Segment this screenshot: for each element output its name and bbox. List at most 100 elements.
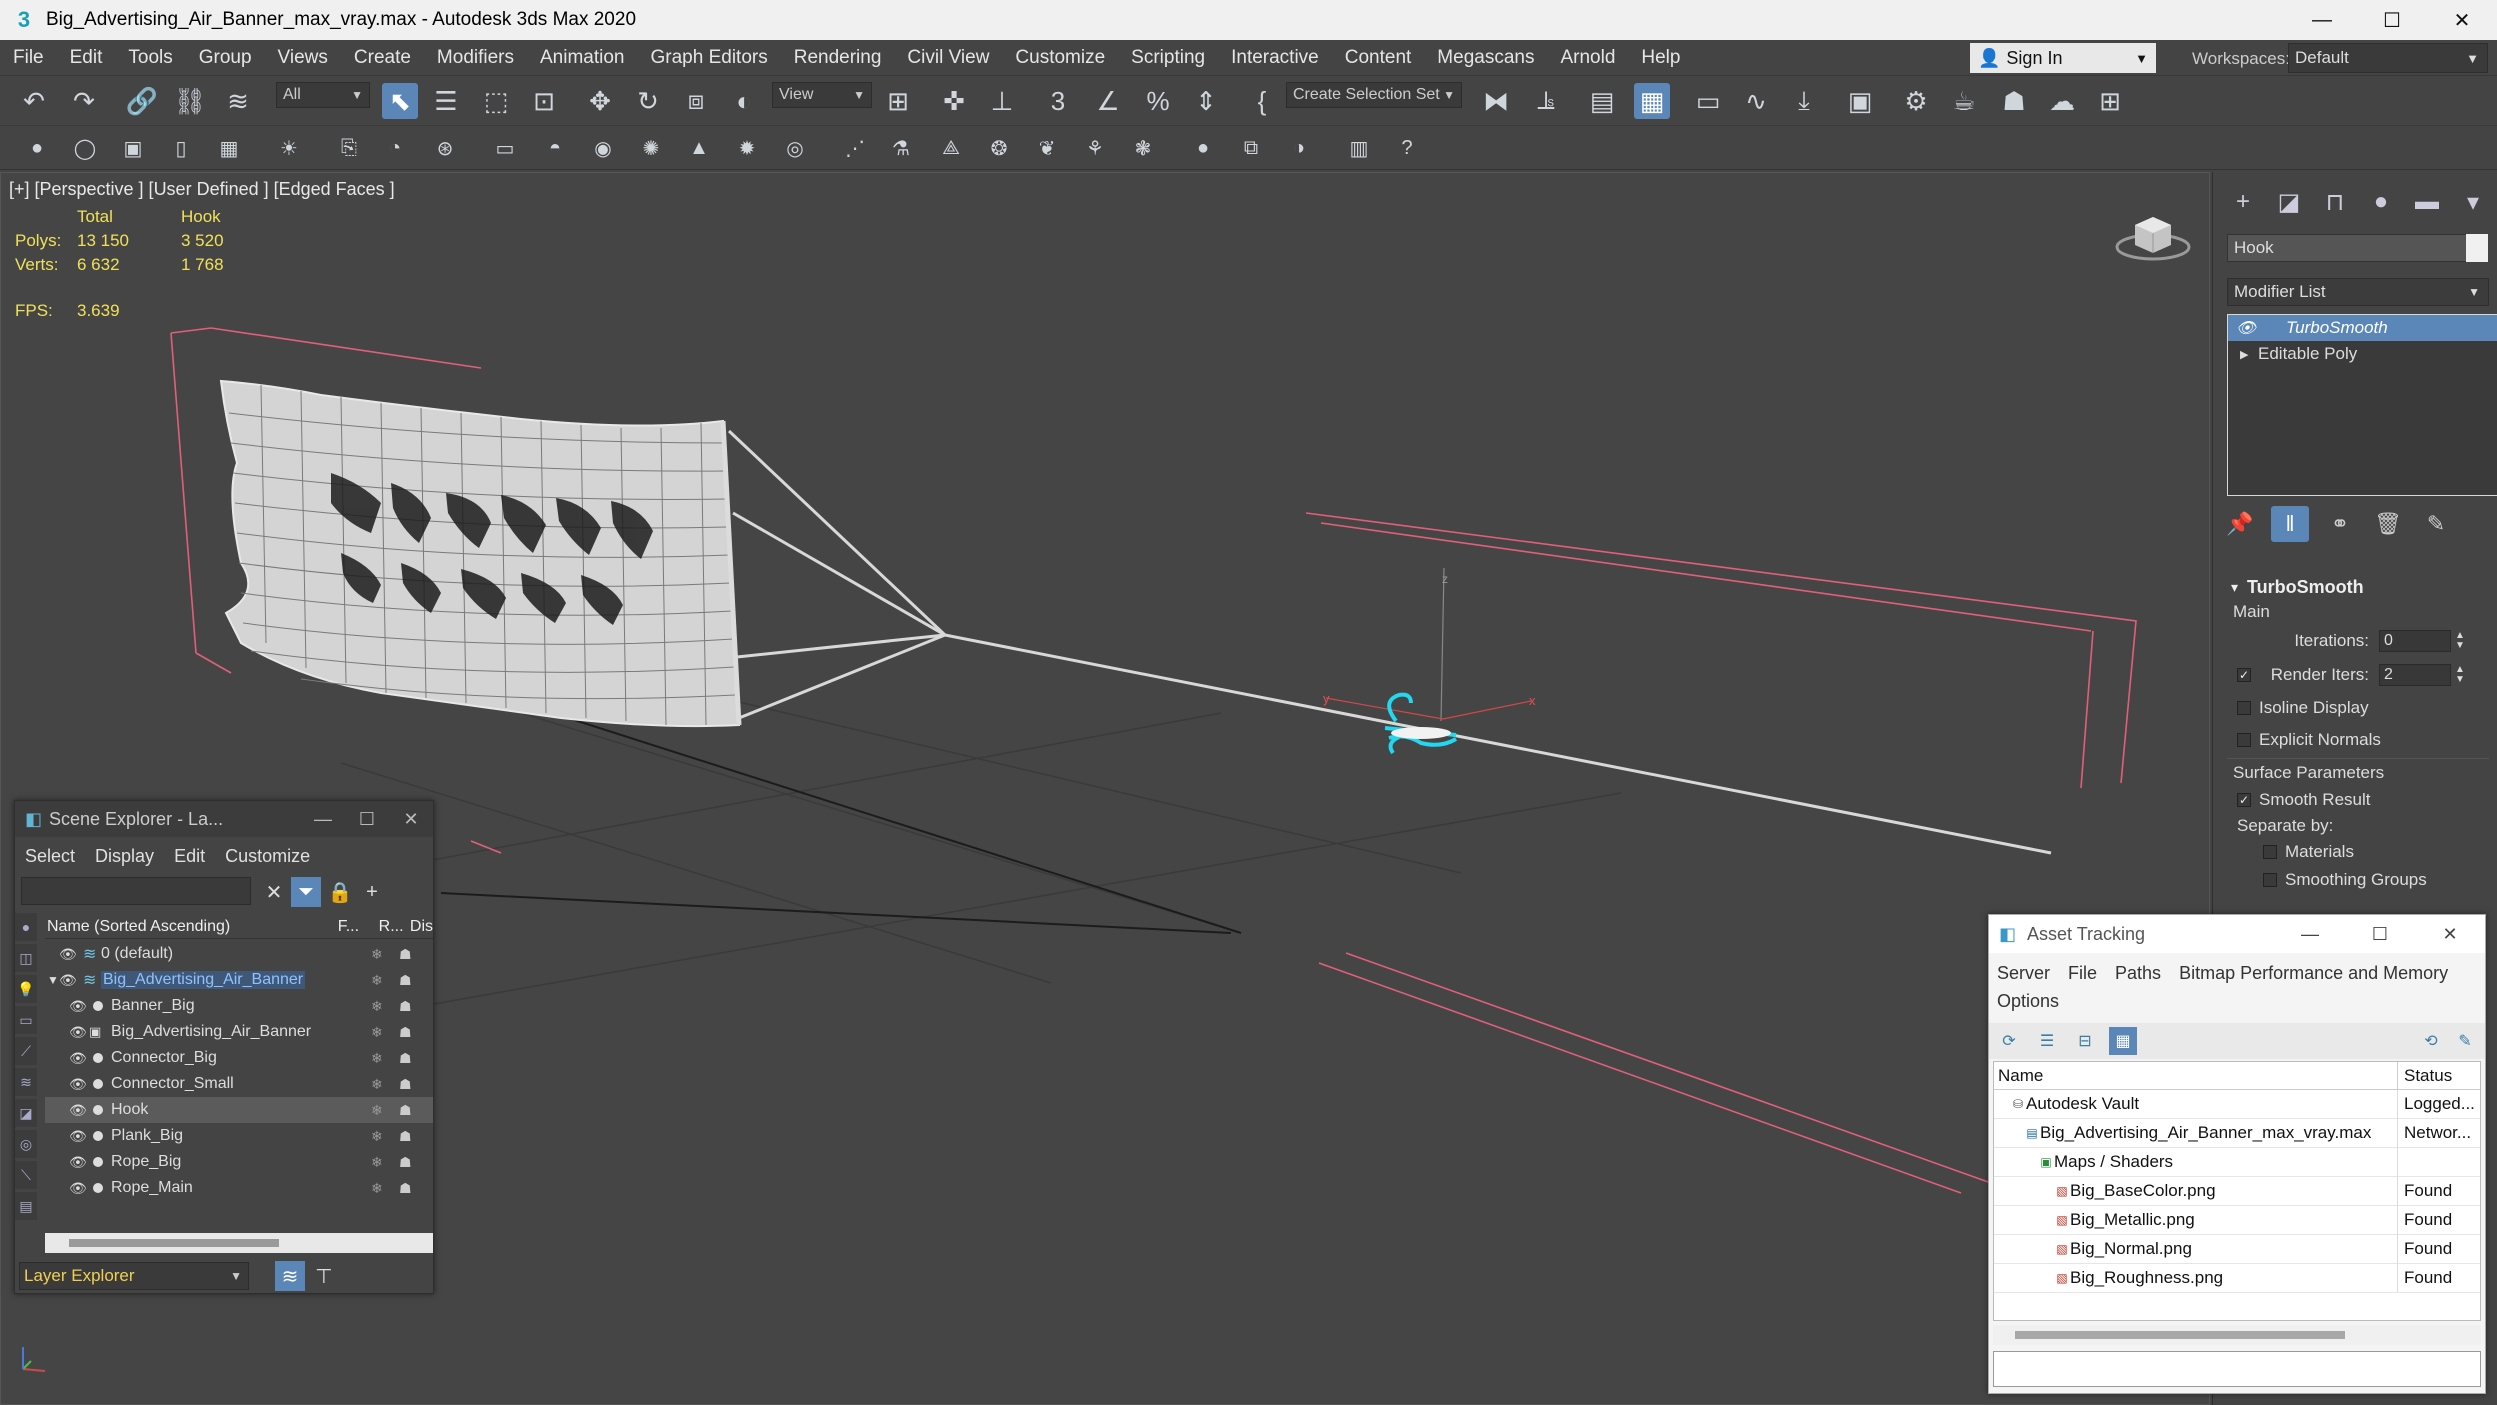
freeze-icon[interactable]: ❄	[371, 972, 383, 989]
eye-icon[interactable]: 👁	[69, 1102, 87, 1119]
isoline-checkbox[interactable]	[2237, 701, 2251, 715]
angle-snap-icon[interactable]: ∠	[1090, 83, 1126, 119]
menu-megascans[interactable]: Megascans	[1424, 40, 1547, 76]
menu-tools[interactable]: Tools	[115, 40, 185, 76]
menu-interactive[interactable]: Interactive	[1218, 40, 1332, 76]
object-color-swatch[interactable]	[2466, 234, 2488, 262]
hierarchy-tab-icon[interactable]: ⊓	[2315, 184, 2355, 220]
at-menu-paths[interactable]: Paths	[2115, 959, 2161, 987]
move-icon[interactable]: ✥	[582, 83, 618, 119]
toggle-ribbon-icon[interactable]: ▭	[1690, 83, 1726, 119]
menu-help[interactable]: Help	[1628, 40, 1693, 76]
column-display[interactable]: Dis	[410, 918, 433, 936]
helper-icon[interactable]: ◔	[380, 133, 410, 163]
vray-decal-icon[interactable]: ⟁	[936, 133, 966, 163]
freeze-icon[interactable]: ❄	[371, 1102, 383, 1119]
menu-edit[interactable]: Edit	[57, 40, 116, 76]
tree-row[interactable]: 👁 Banner_Big ❄ ☗	[45, 993, 433, 1019]
pin-stack-icon[interactable]: 📌	[2221, 506, 2259, 542]
link-icon[interactable]: 🔗	[124, 83, 160, 119]
highlight-editable-icon[interactable]: ✎	[2451, 1027, 2479, 1055]
bind-space-warp-icon[interactable]: ≋	[220, 83, 256, 119]
modify-tab-icon[interactable]: ◪	[2269, 184, 2309, 220]
vray-scatter-icon[interactable]: ❦	[1032, 133, 1062, 163]
schematic-view-icon[interactable]: ⤓	[1786, 83, 1822, 119]
filter-icon[interactable]: ⏷	[291, 877, 321, 907]
at-menu-server[interactable]: Server	[1997, 959, 2050, 987]
collapse-arrow-icon[interactable]: ▼	[47, 973, 59, 987]
smooth-result-checkbox[interactable]: ✓	[2237, 793, 2251, 807]
select-by-name-icon[interactable]: ☰	[428, 83, 464, 119]
materials-checkbox[interactable]	[2263, 845, 2277, 859]
spinner-snap-icon[interactable]: ⇕	[1188, 83, 1224, 119]
tree-row[interactable]: 👁 ≋ 0 (default) ❄ ☗	[45, 941, 433, 967]
layer-manager-icon[interactable]: ▤	[1584, 83, 1620, 119]
menu-graph-editors[interactable]: Graph Editors	[638, 40, 781, 76]
tree-row[interactable]: 👁 Connector_Big ❄ ☗	[45, 1045, 433, 1071]
edit-named-selection-icon[interactable]: {	[1244, 83, 1280, 119]
asset-row[interactable]: ▧ Big_Metallic.png Found	[1994, 1205, 2480, 1235]
open-autodesk-a360-icon[interactable]: ⊞	[2092, 83, 2128, 119]
eye-icon[interactable]: 👁	[59, 972, 77, 989]
turbosmooth-header[interactable]: TurboSmooth	[2227, 574, 2489, 600]
minimize-button[interactable]: —	[2287, 0, 2357, 40]
isoline-display-option[interactable]: Isoline Display	[2227, 692, 2489, 724]
column-status[interactable]: Status	[2398, 1066, 2452, 1086]
display-bones-icon[interactable]: ⟍	[15, 1161, 37, 1189]
stack-item-turbosmooth[interactable]: 👁 TurboSmooth	[2228, 315, 2497, 341]
tree-view-icon[interactable]: ⊟	[2071, 1027, 2099, 1055]
vray-physical-camera-icon[interactable]: ⋰	[840, 133, 870, 163]
vray-environment-fog-icon[interactable]: ❃	[1128, 133, 1158, 163]
asset-row[interactable]: ▧ Big_BaseColor.png Found	[1994, 1176, 2480, 1206]
vray-frame-buffer-icon[interactable]: ⧉	[1236, 133, 1266, 163]
keyboard-shortcut-override-icon[interactable]: ⊥	[984, 83, 1020, 119]
renderable-teapot-icon[interactable]: ☗	[399, 998, 412, 1015]
close-button[interactable]: ✕	[2415, 915, 2485, 953]
list-view-icon[interactable]: ☰	[2033, 1027, 2061, 1055]
selection-filter-dropdown[interactable]: All ▼	[276, 82, 370, 108]
help-icon[interactable]: ?	[1392, 133, 1422, 163]
create-tab-icon[interactable]: +	[2223, 184, 2263, 220]
renderable-teapot-icon[interactable]: ☗	[399, 1102, 412, 1119]
vray-plane-icon[interactable]: ▭	[490, 133, 520, 163]
eye-icon[interactable]: 👁	[69, 1050, 87, 1067]
display-xrefs-icon[interactable]: ◎	[15, 1130, 37, 1158]
asset-row[interactable]: ⛁ Autodesk Vault Logged...	[1994, 1089, 2480, 1119]
vray-proxy-icon[interactable]: ⚗	[886, 133, 916, 163]
configure-modifier-sets-icon[interactable]: ✎	[2417, 506, 2455, 542]
vray-volume-icon[interactable]: ❂	[984, 133, 1014, 163]
vault-connect-icon[interactable]: ⟲	[2417, 1027, 2445, 1055]
sphere-icon[interactable]: ◯	[70, 133, 100, 163]
column-name[interactable]: Name	[1994, 1061, 2398, 1090]
menu-arnold[interactable]: Arnold	[1547, 40, 1628, 76]
snaps-toggle-icon[interactable]: 3	[1040, 83, 1076, 119]
renderable-teapot-icon[interactable]: ☗	[399, 1128, 412, 1145]
utilities-tab-icon[interactable]: ▾	[2453, 184, 2493, 220]
freeze-icon[interactable]: ❄	[371, 1154, 383, 1171]
display-groups-icon[interactable]: ◪	[15, 1099, 37, 1127]
renderable-teapot-icon[interactable]: ☗	[399, 1154, 412, 1171]
teapot-icon[interactable]: ●	[22, 133, 52, 163]
se-menu-customize[interactable]: Customize	[215, 846, 320, 867]
eye-icon[interactable]: 👁	[69, 1076, 87, 1093]
show-end-result-icon[interactable]: ‖	[2271, 506, 2309, 542]
renderable-teapot-icon[interactable]: ☗	[399, 1076, 412, 1093]
rotate-icon[interactable]: ↻	[630, 83, 666, 119]
explicit-normals-option[interactable]: Explicit Normals	[2227, 724, 2489, 756]
explorer-type-dropdown[interactable]: Layer Explorer ▼	[19, 1262, 249, 1290]
place-icon[interactable]: ◐	[726, 83, 762, 119]
menu-group[interactable]: Group	[186, 40, 265, 76]
named-selection-set-dropdown[interactable]: Create Selection Set ▼	[1286, 82, 1462, 108]
freeze-icon[interactable]: ❄	[371, 1180, 383, 1197]
scene-explorer-search-input[interactable]	[21, 877, 251, 905]
expand-arrow-icon[interactable]: ▶	[2240, 348, 2248, 361]
menu-file[interactable]: File	[0, 40, 57, 76]
explicit-normals-checkbox[interactable]	[2237, 733, 2251, 747]
vray-ies-icon[interactable]: ◎	[780, 133, 810, 163]
display-spacewarps-icon[interactable]: ≋	[15, 1068, 37, 1096]
sign-in-dropdown[interactable]: 👤 Sign In ▼	[1970, 43, 2156, 73]
redo-icon[interactable]: ↷	[66, 83, 102, 119]
remove-modifier-icon[interactable]: 🗑	[2369, 506, 2407, 542]
display-tab-icon[interactable]: ▬	[2407, 184, 2447, 220]
tree-row[interactable]: 👁 Rope_Main ❄ ☗	[45, 1175, 433, 1201]
